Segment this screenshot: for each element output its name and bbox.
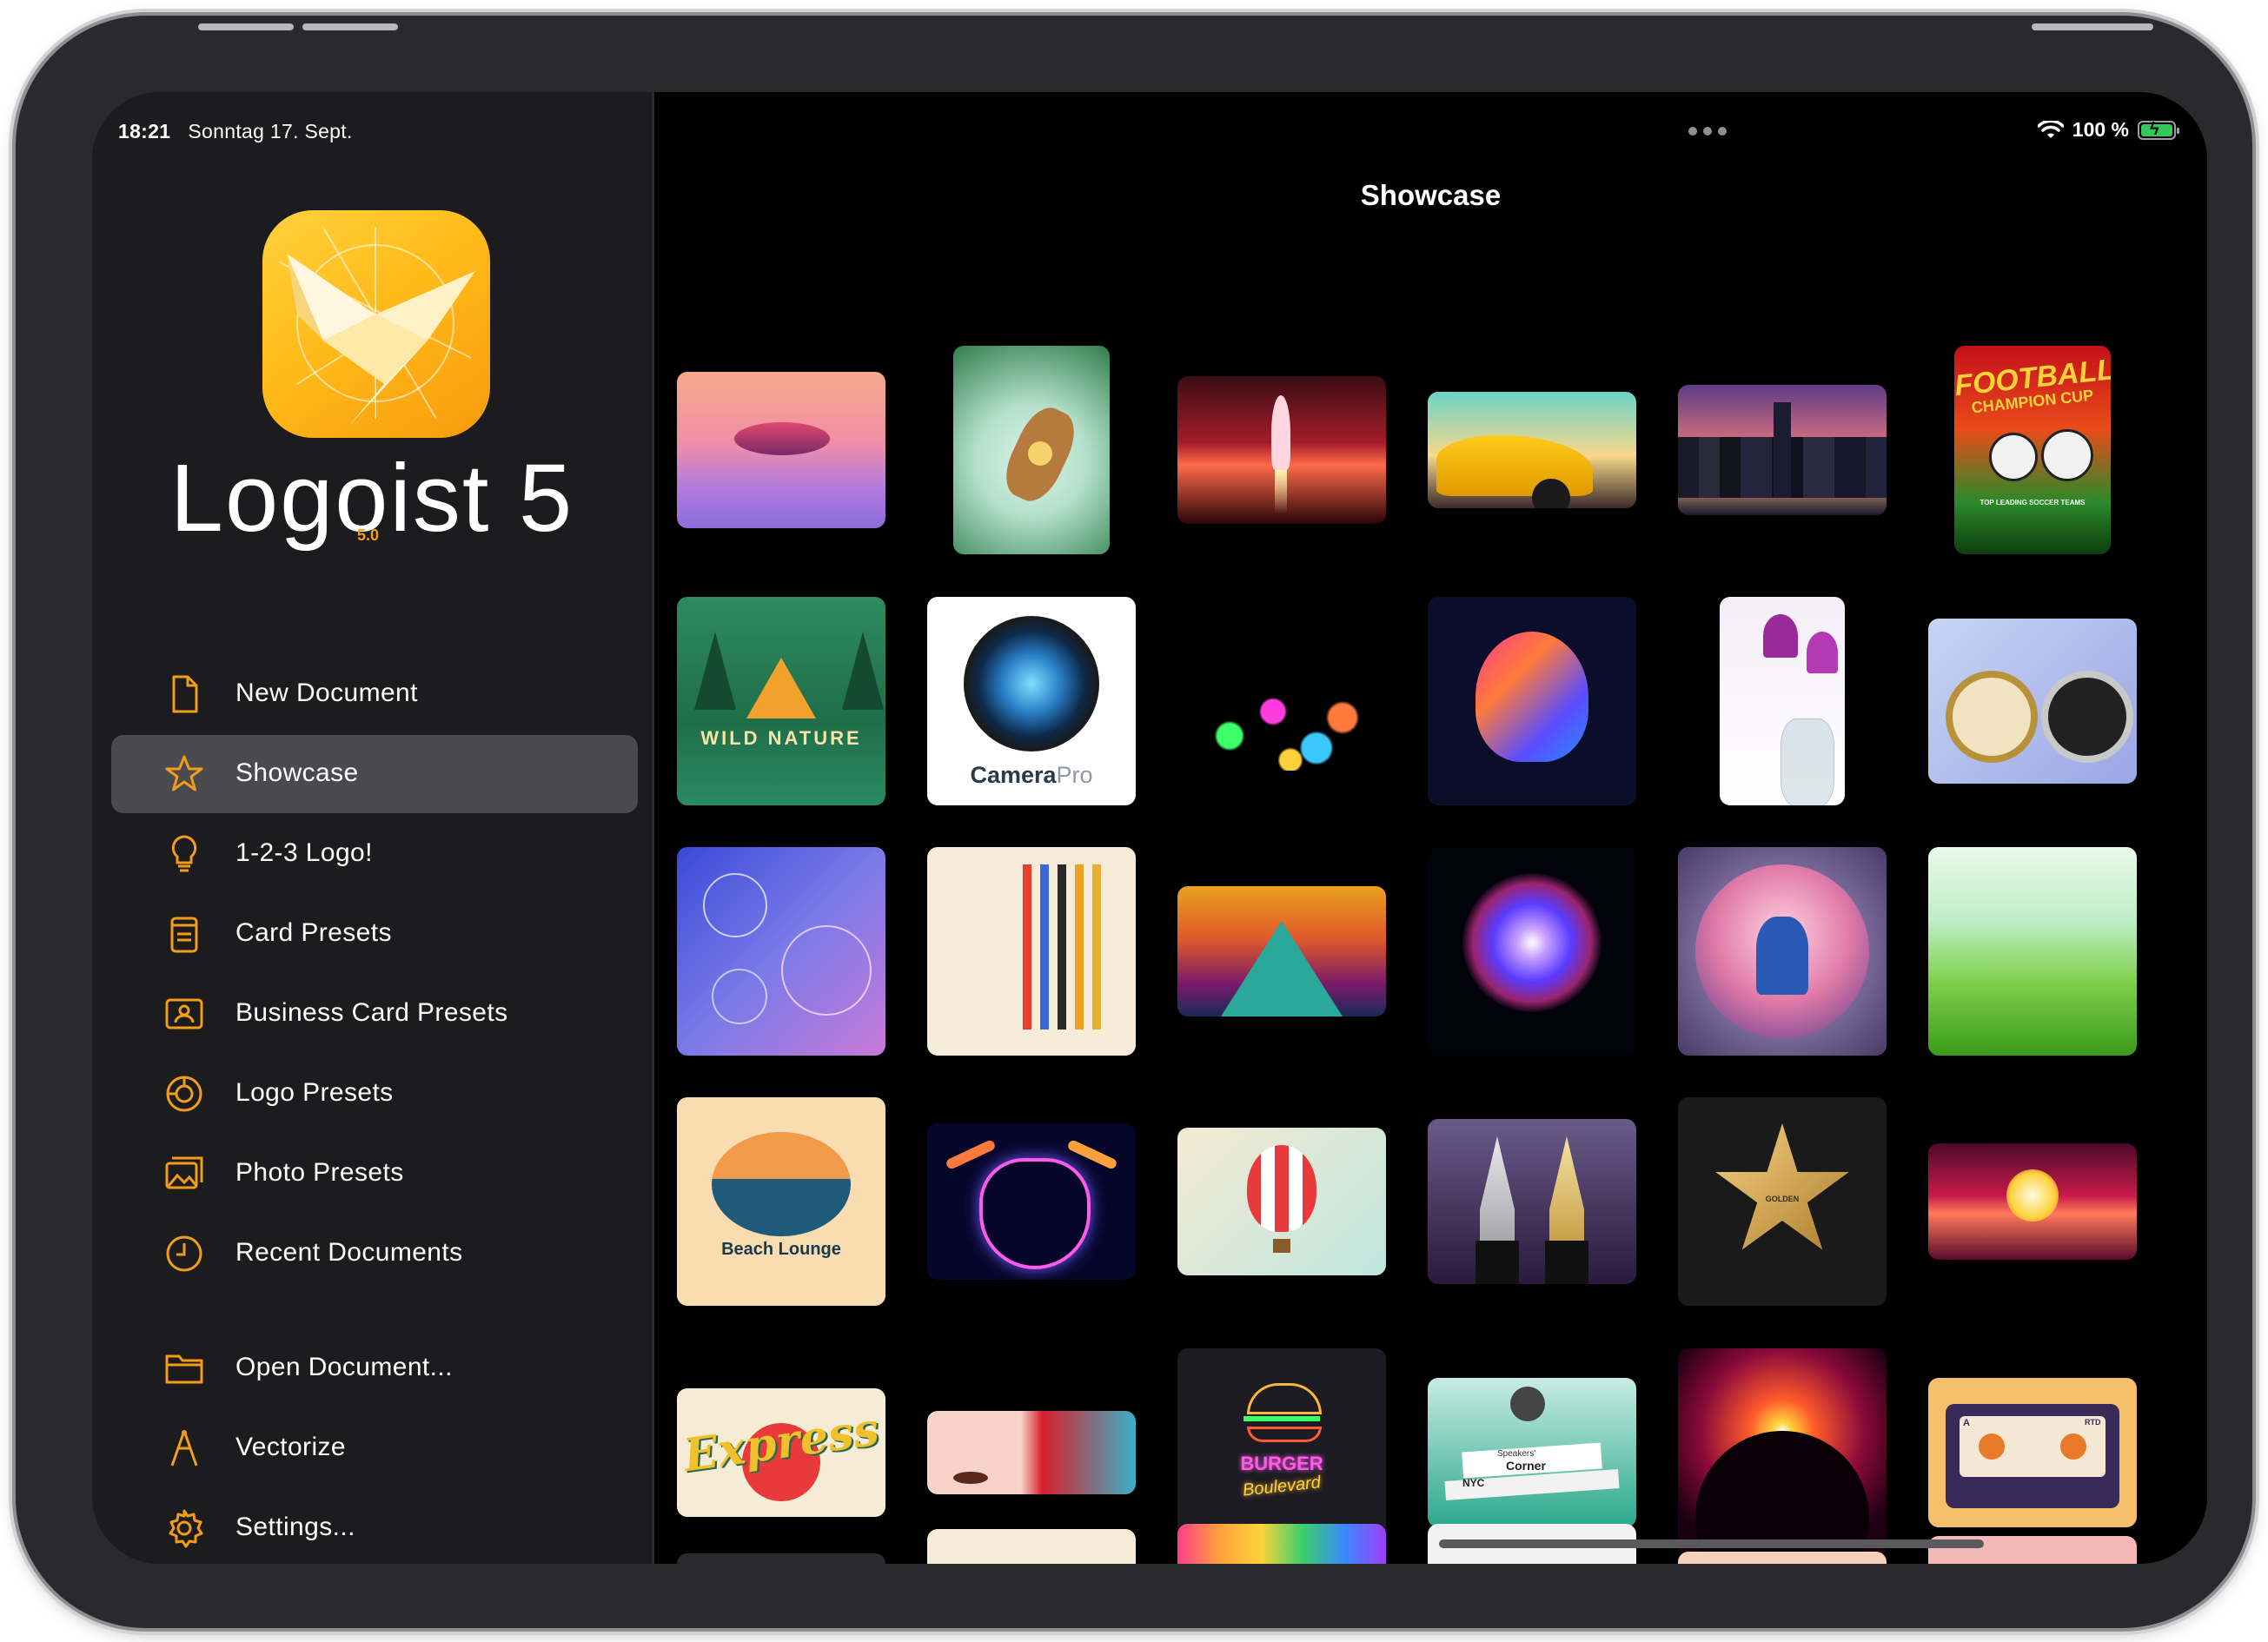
showcase-tile-colored-pencils[interactable] xyxy=(927,847,1136,1056)
showcase-tile-face-red-hair[interactable] xyxy=(927,1411,1136,1494)
showcase-tile-solar-eclipse[interactable] xyxy=(1678,1348,1887,1557)
sidebar-item-new-document[interactable]: New Document xyxy=(111,655,638,733)
sidebar-item-label: Photo Presets xyxy=(235,1158,404,1187)
showcase-tile-mountain-peak[interactable] xyxy=(1177,886,1386,1016)
sidebar-item-open-document[interactable]: Open Document... xyxy=(111,1329,638,1407)
photo-icon xyxy=(165,1156,203,1189)
showcase-tile-red-sunset[interactable] xyxy=(1928,1143,2137,1260)
status-time: 18:21 Sonntag 17. Sept. xyxy=(118,120,353,142)
tile-caption: CameraPro xyxy=(970,762,1093,788)
showcase-tile-speakers-corner[interactable]: Speakers' Corner NYC xyxy=(1428,1378,1636,1527)
sidebar-item-label: Settings... xyxy=(235,1513,355,1541)
logo-ring-icon xyxy=(166,1076,202,1112)
folder-icon xyxy=(165,1354,203,1384)
lightbulb-icon xyxy=(171,835,197,872)
showcase-tile-neon-bokeh[interactable] xyxy=(1177,632,1386,771)
app-version: 5.0 xyxy=(357,526,380,544)
sidebar-item-showcase[interactable]: Showcase xyxy=(111,735,638,813)
showcase-tile-soap-bubbles[interactable] xyxy=(677,847,885,1056)
volume-button xyxy=(198,23,294,30)
sidebar-item-photo-presets[interactable]: Photo Presets xyxy=(111,1135,638,1213)
showcase-tile-partial[interactable] xyxy=(1177,1524,1386,1564)
top-button xyxy=(2032,23,2153,30)
sidebar-item-label: New Document xyxy=(235,679,418,707)
card-icon xyxy=(170,917,198,953)
home-indicator xyxy=(1439,1539,1984,1548)
showcase-tile-golden-star[interactable]: GOLDEN xyxy=(1678,1097,1887,1306)
app-logo-icon xyxy=(262,210,490,438)
showcase-tile-fountain-pens[interactable] xyxy=(1428,1119,1636,1284)
sidebar-item-label: Business Card Presets xyxy=(235,998,508,1027)
star-icon xyxy=(165,755,203,791)
battery-percent: 100 % xyxy=(2072,118,2129,141)
showcase-tile-rocket-launch[interactable] xyxy=(1177,376,1386,524)
sidebar-item-label: Logo Presets xyxy=(235,1078,394,1107)
sidebar-item-business-card-presets[interactable]: Business Card Presets xyxy=(111,975,638,1053)
showcase-tile-city-skyline[interactable] xyxy=(1678,385,1887,515)
showcase-tile-wild-nature-badge[interactable]: WILD NATURE xyxy=(677,597,885,805)
showcase-tile-partial[interactable] xyxy=(677,1553,885,1564)
tile-caption: WILD NATURE xyxy=(700,727,862,749)
showcase-tile-energy-sphere[interactable] xyxy=(1428,847,1636,1056)
showcase-tile-hot-air-balloon[interactable] xyxy=(1177,1128,1386,1275)
sidebar-item-vectorize[interactable]: Vectorize xyxy=(111,1409,638,1487)
showcase-tile-lion-head[interactable] xyxy=(1428,597,1636,805)
screen: 18:21 Sonntag 17. Sept. Logoist 5 5.0 Ne… xyxy=(92,92,2207,1564)
sidebar-item-logo-presets[interactable]: Logo Presets xyxy=(111,1055,638,1133)
gear-icon xyxy=(169,1509,203,1548)
sidebar-item-label: Open Document... xyxy=(235,1353,453,1381)
battery-icon: ϟ xyxy=(2138,120,2179,140)
showcase-tile-yellow-sports-car[interactable] xyxy=(1428,392,1636,508)
showcase-tile-beach-lounge[interactable]: Beach Lounge xyxy=(677,1097,885,1306)
showcase-tile-neon-bull[interactable] xyxy=(927,1123,1136,1280)
showcase-tile-tulip-vase[interactable] xyxy=(1720,597,1845,805)
showcase-tile-rowing-boat-jungle[interactable] xyxy=(953,346,1110,554)
tile-caption: TOP LEADING SOCCER TEAMS xyxy=(1980,499,2086,507)
ipad-frame: 18:21 Sonntag 17. Sept. Logoist 5 5.0 Ne… xyxy=(16,16,2252,1628)
sidebar: 18:21 Sonntag 17. Sept. Logoist 5 5.0 Ne… xyxy=(92,92,652,1564)
page-title: Showcase xyxy=(1360,179,1502,211)
tile-caption: RTD xyxy=(2085,1418,2101,1427)
sidebar-item-label: Showcase xyxy=(235,758,359,787)
tile-caption: NYC xyxy=(1462,1477,1485,1489)
showcase-tile-partial[interactable] xyxy=(1678,1552,1887,1564)
showcase-tile-partial[interactable] xyxy=(927,1529,1136,1564)
multitasking-dots[interactable] xyxy=(1688,127,1727,136)
sidebar-item-label: 1-2-3 Logo! xyxy=(235,838,373,867)
showcase-tile-wrist-watches[interactable] xyxy=(1928,619,2137,784)
status-right: 100 % ϟ xyxy=(2037,118,2179,142)
tile-caption: Speakers' xyxy=(1497,1449,1536,1459)
document-icon xyxy=(172,675,198,713)
sidebar-item-card-presets[interactable]: Card Presets xyxy=(111,895,638,973)
showcase-tile-camera-pro[interactable]: CameraPro xyxy=(927,597,1136,805)
pen-nib-icon xyxy=(170,1430,198,1467)
sidebar-item-1-2-3-logo[interactable]: 1-2-3 Logo! xyxy=(111,815,638,893)
sidebar-item-recent-documents[interactable]: Recent Documents xyxy=(111,1215,638,1293)
volume-button xyxy=(302,23,398,30)
showcase-panel: 100 % ϟ Showcase FOOTBALL CHAMPION CUP T… xyxy=(654,92,2207,1564)
tile-caption: Beach Lounge xyxy=(721,1240,841,1259)
sidebar-item-settings[interactable]: Settings... xyxy=(111,1489,638,1564)
tile-caption: Corner xyxy=(1506,1459,1546,1473)
clock-icon xyxy=(166,1235,202,1272)
showcase-tile-zeppelin-sunset[interactable] xyxy=(677,372,885,528)
sidebar-item-label: Vectorize xyxy=(235,1433,346,1461)
tile-caption: GOLDEN xyxy=(1765,1195,1800,1203)
sidebar-item-label: Recent Documents xyxy=(235,1238,463,1267)
showcase-tile-football-champion-cup[interactable]: FOOTBALL CHAMPION CUP TOP LEADING SOCCER… xyxy=(1954,346,2111,554)
tile-caption: A xyxy=(1963,1418,1970,1428)
sidebar-item-label: Card Presets xyxy=(235,918,392,947)
showcase-tile-green-grass[interactable] xyxy=(1928,847,2137,1056)
showcase-tile-cassette-tape[interactable]: A RTD xyxy=(1928,1378,2137,1527)
showcase-tile-express-script[interactable]: Express xyxy=(677,1388,885,1517)
showcase-tile-wolf-moon[interactable] xyxy=(1678,847,1887,1056)
contact-card-icon xyxy=(165,998,203,1030)
wifi-icon xyxy=(2037,120,2064,138)
